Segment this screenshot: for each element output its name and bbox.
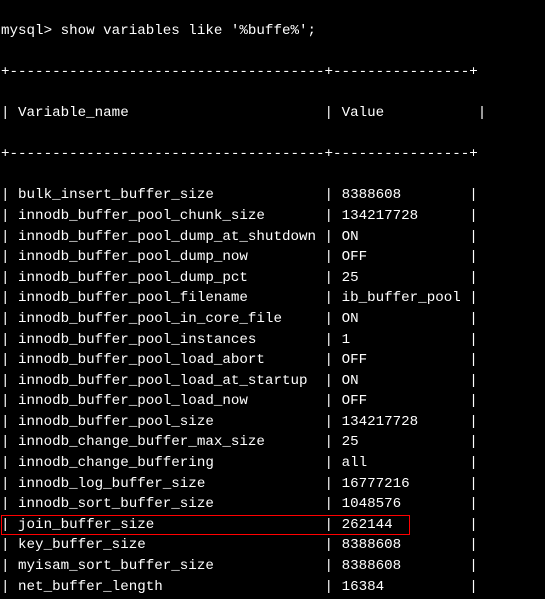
cell-name: | innodb_buffer_pool_dump_pct | bbox=[1, 270, 342, 286]
cell-value: ib_buffer_pool | bbox=[342, 290, 478, 306]
cell-name: | innodb_buffer_pool_dump_now | bbox=[1, 249, 342, 265]
header-name: Variable_name bbox=[18, 103, 316, 124]
cell-name: | innodb_buffer_pool_load_abort | bbox=[1, 352, 342, 368]
table-row: | innodb_buffer_pool_load_now | OFF | bbox=[1, 391, 544, 412]
cell-value: all | bbox=[342, 455, 478, 471]
table-row: | net_buffer_length | 16384 | bbox=[1, 577, 544, 598]
table-body: | bulk_insert_buffer_size | 8388608 || i… bbox=[1, 185, 544, 599]
table-row: | innodb_sort_buffer_size | 1048576 | bbox=[1, 494, 544, 515]
table-row: | bulk_insert_buffer_size | 8388608 | bbox=[1, 185, 544, 206]
table-row: | innodb_buffer_pool_dump_now | OFF | bbox=[1, 247, 544, 268]
cell-value: 8388608 | bbox=[342, 187, 478, 203]
cell-value: 134217728 | bbox=[342, 414, 478, 430]
cell-value: 16777216 | bbox=[342, 476, 478, 492]
table-row: | innodb_buffer_pool_chunk_size | 134217… bbox=[1, 206, 544, 227]
table-border-header: +-------------------------------------+-… bbox=[1, 144, 544, 165]
cell-value: 262144 bbox=[342, 517, 410, 533]
table-row: | innodb_buffer_pool_filename | ib_buffe… bbox=[1, 288, 544, 309]
cell-value: 8388608 | bbox=[342, 558, 478, 574]
cell-name: | join_buffer_size | bbox=[1, 517, 342, 533]
table-row: | innodb_change_buffering | all | bbox=[1, 453, 544, 474]
cell-name: | innodb_buffer_pool_dump_at_shutdown | bbox=[1, 229, 342, 245]
table-row: | key_buffer_size | 8388608 | bbox=[1, 535, 544, 556]
command-prompt: mysql> show variables like '%buffe%'; bbox=[1, 21, 544, 42]
cell-value: ON | bbox=[342, 311, 478, 327]
cell-name: | innodb_buffer_pool_load_now | bbox=[1, 393, 342, 409]
cell-name: | innodb_change_buffer_max_size | bbox=[1, 434, 342, 450]
prompt-text: mysql> show variables like '%buffe%'; bbox=[1, 23, 316, 39]
cell-value: 1 | bbox=[342, 332, 478, 348]
cell-value: 25 | bbox=[342, 434, 478, 450]
cell-name: | innodb_sort_buffer_size | bbox=[1, 496, 342, 512]
header-value: Value bbox=[342, 103, 478, 124]
cell-value: 25 | bbox=[342, 270, 478, 286]
cell-value: 134217728 | bbox=[342, 208, 478, 224]
table-row: | innodb_buffer_pool_load_at_startup | O… bbox=[1, 371, 544, 392]
cell-name: | myisam_sort_buffer_size | bbox=[1, 558, 342, 574]
cell-name: | innodb_buffer_pool_filename | bbox=[1, 290, 342, 306]
table-header-row: | Variable_name | Value| bbox=[1, 103, 544, 124]
cell-value: 8388608 | bbox=[342, 537, 478, 553]
cell-value: 16384 | bbox=[342, 579, 478, 595]
cell-name: | innodb_buffer_pool_load_at_startup | bbox=[1, 373, 342, 389]
table-row: | innodb_change_buffer_max_size | 25 | bbox=[1, 432, 544, 453]
cell-value: ON | bbox=[342, 373, 478, 389]
table-row: | myisam_sort_buffer_size | 8388608 | bbox=[1, 556, 544, 577]
row-tail: | bbox=[410, 517, 478, 533]
cell-name: | innodb_log_buffer_size | bbox=[1, 476, 342, 492]
cell-name: | bulk_insert_buffer_size | bbox=[1, 187, 342, 203]
cell-value: OFF | bbox=[342, 249, 478, 265]
table-row: | innodb_buffer_pool_load_abort | OFF | bbox=[1, 350, 544, 371]
cell-name: | net_buffer_length | bbox=[1, 579, 342, 595]
table-row: | innodb_buffer_pool_dump_at_shutdown | … bbox=[1, 227, 544, 248]
cell-name: | innodb_buffer_pool_in_core_file | bbox=[1, 311, 342, 327]
cell-value: OFF | bbox=[342, 352, 478, 368]
cell-name: | innodb_buffer_pool_chunk_size | bbox=[1, 208, 342, 224]
table-row: | join_buffer_size | 262144 | bbox=[1, 515, 544, 536]
table-row: | innodb_buffer_pool_dump_pct | 25 | bbox=[1, 268, 544, 289]
table-row: | innodb_buffer_pool_in_core_file | ON | bbox=[1, 309, 544, 330]
table-row: | innodb_log_buffer_size | 16777216 | bbox=[1, 474, 544, 495]
cell-value: 1048576 | bbox=[342, 496, 478, 512]
table-border-top: +-------------------------------------+-… bbox=[1, 62, 544, 83]
highlighted-row: | join_buffer_size | 262144 bbox=[1, 515, 410, 536]
cell-name: | innodb_buffer_pool_size | bbox=[1, 414, 342, 430]
cell-name: | key_buffer_size | bbox=[1, 537, 342, 553]
cell-name: | innodb_change_buffering | bbox=[1, 455, 342, 471]
table-row: | innodb_buffer_pool_size | 134217728 | bbox=[1, 412, 544, 433]
cell-value: OFF | bbox=[342, 393, 478, 409]
table-row: | innodb_buffer_pool_instances | 1 | bbox=[1, 330, 544, 351]
cell-value: ON | bbox=[342, 229, 478, 245]
cell-name: | innodb_buffer_pool_instances | bbox=[1, 332, 342, 348]
terminal-output: mysql> show variables like '%buffe%'; +-… bbox=[0, 0, 545, 599]
